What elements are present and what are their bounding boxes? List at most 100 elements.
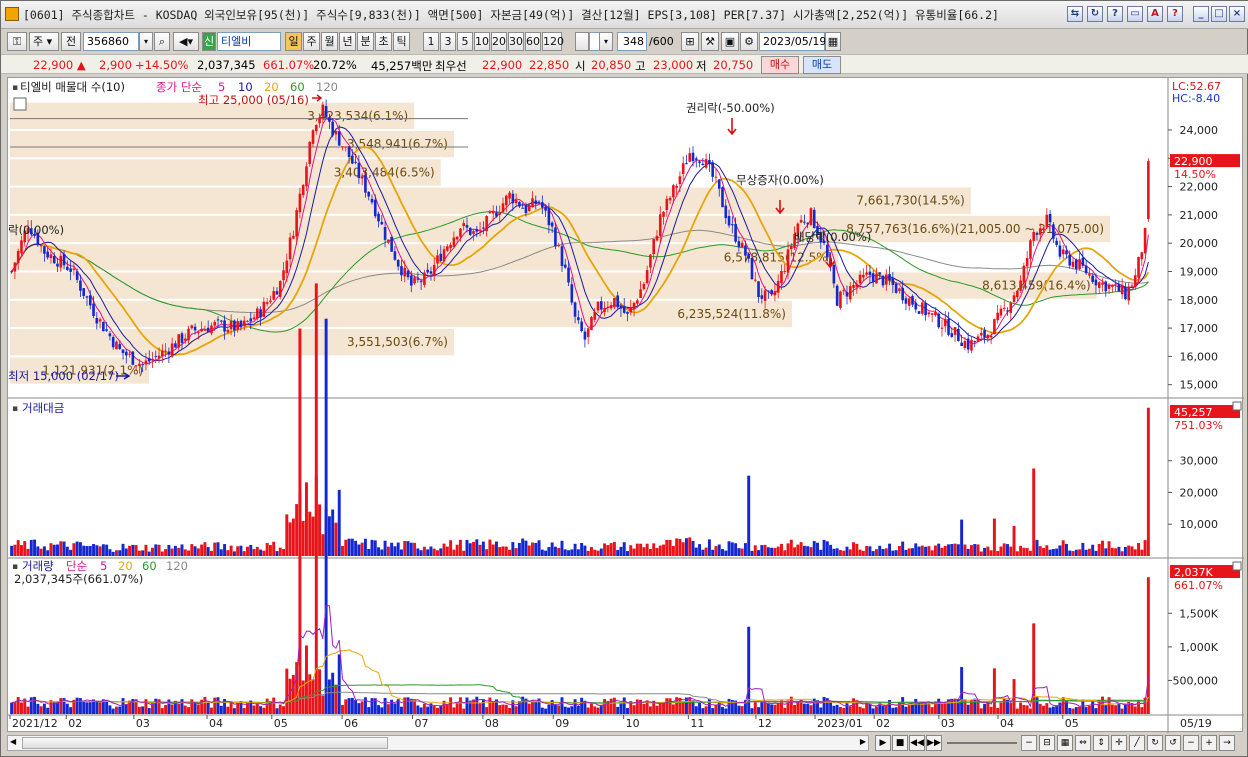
candle-body bbox=[560, 246, 564, 266]
crosshair-icon[interactable]: ✛ bbox=[1111, 735, 1127, 751]
search-icon[interactable]: ⌕ bbox=[154, 32, 170, 51]
fast-back-icon[interactable]: ◀◀ bbox=[909, 735, 925, 751]
arrow-h-icon[interactable]: ⇔ bbox=[1075, 735, 1091, 751]
arrow-v-icon[interactable]: ⇕ bbox=[1093, 735, 1109, 751]
period-button-5[interactable]: 초 bbox=[375, 32, 392, 51]
play-icon[interactable]: ▶ bbox=[875, 735, 891, 751]
scroll-right-icon[interactable]: ▶ bbox=[860, 737, 866, 746]
candle-body bbox=[213, 321, 217, 326]
candle-body bbox=[970, 339, 973, 351]
volume-bar bbox=[1025, 705, 1029, 714]
period-button-6[interactable]: 틱 bbox=[393, 32, 410, 51]
amount-bar bbox=[763, 544, 767, 556]
pin-icon[interactable]: ▭ bbox=[1127, 6, 1143, 22]
chart-scrollbar[interactable]: ◀ ▶ bbox=[7, 735, 869, 751]
x-tick-label: 04 bbox=[1000, 717, 1014, 730]
type-select[interactable]: 주 ▾ bbox=[29, 32, 59, 51]
zoom-in-icon[interactable]: + bbox=[1201, 735, 1217, 751]
help-topic-icon[interactable]: ? bbox=[1107, 6, 1123, 22]
fast-forward-icon[interactable]: ▶▶ bbox=[926, 735, 942, 751]
volume-bar bbox=[239, 701, 243, 714]
save-icon[interactable]: ▣ bbox=[721, 32, 739, 51]
close-button[interactable]: × bbox=[1229, 6, 1245, 22]
interval-button-1[interactable]: 3 bbox=[440, 32, 456, 51]
amount-bar bbox=[151, 547, 154, 556]
zoom-out-icon[interactable]: − bbox=[1183, 735, 1199, 751]
interval-button-7[interactable]: 120 bbox=[542, 32, 564, 51]
zoom-minus-icon[interactable]: − bbox=[1021, 735, 1037, 751]
candle-body bbox=[577, 317, 580, 321]
volume: 2,037,345 bbox=[197, 58, 256, 72]
code-input[interactable]: 356860 bbox=[83, 32, 139, 51]
ma-legend-period: 5 bbox=[218, 80, 225, 94]
reset-icon[interactable]: ↺ bbox=[1165, 735, 1181, 751]
count-input[interactable]: 348 bbox=[617, 32, 647, 51]
interval-button-6[interactable]: 60 bbox=[525, 32, 541, 51]
volume-bar bbox=[399, 706, 403, 714]
refresh-chart-icon[interactable]: ↻ bbox=[1147, 735, 1163, 751]
interval-spin[interactable] bbox=[575, 32, 589, 51]
font-icon[interactable]: A bbox=[1147, 6, 1163, 22]
tool-icon[interactable]: ⚒ bbox=[701, 32, 719, 51]
scroll-left-icon[interactable]: ◀ bbox=[10, 737, 16, 746]
speaker-icon[interactable]: ◀▾ bbox=[173, 32, 199, 51]
refresh-icon[interactable]: ↻ bbox=[1087, 6, 1103, 22]
interval-button-4[interactable]: 20 bbox=[491, 32, 507, 51]
settings-icon[interactable]: ⚙ bbox=[740, 32, 758, 51]
x-tick-label: 02 bbox=[876, 717, 890, 730]
volume-bar bbox=[753, 701, 757, 714]
view-toggle-icon[interactable]: ⊟ bbox=[1039, 735, 1055, 751]
date-input[interactable]: 2023/05/19 bbox=[759, 32, 826, 51]
chart-type-icon[interactable]: ⊞ bbox=[681, 32, 699, 51]
chart-area[interactable]: 3,423,534(6.1%) 3,548,941(6.7%) 3,403,484(… bbox=[7, 77, 1244, 733]
volume-bar bbox=[298, 493, 302, 714]
interval-button-5[interactable]: 30 bbox=[508, 32, 524, 51]
interval-button-2[interactable]: 5 bbox=[457, 32, 473, 51]
price-tick-label: 18,000 bbox=[1180, 294, 1219, 307]
code-dropdown-icon[interactable]: ▾ bbox=[139, 32, 153, 51]
period-button-1[interactable]: 주 bbox=[303, 32, 320, 51]
candle-body bbox=[953, 327, 957, 335]
period-button-3[interactable]: 년 bbox=[339, 32, 356, 51]
volume-bar bbox=[36, 703, 40, 714]
maximize-button[interactable]: □ bbox=[1211, 6, 1227, 22]
pause-icon[interactable]: ■ bbox=[892, 735, 908, 751]
period-button-2[interactable]: 월 bbox=[321, 32, 338, 51]
volume-bar bbox=[783, 707, 787, 714]
amount-bar bbox=[154, 544, 158, 556]
candle-body bbox=[724, 205, 728, 219]
calendar-icon[interactable]: ▦ bbox=[825, 32, 841, 51]
market-button[interactable]: 전 bbox=[61, 32, 81, 51]
scroll-thumb[interactable] bbox=[22, 737, 388, 749]
line-tool-icon[interactable]: ╱ bbox=[1129, 735, 1145, 751]
amount-bar bbox=[416, 548, 420, 556]
amount-bar bbox=[252, 549, 256, 556]
candle-body bbox=[131, 351, 135, 365]
grid-icon[interactable]: ▦ bbox=[1057, 735, 1073, 751]
stock-name-field[interactable]: 티엘비 bbox=[217, 32, 281, 51]
period-button-4[interactable]: 분 bbox=[357, 32, 374, 51]
zoom-track[interactable] bbox=[947, 742, 1017, 744]
candle-body bbox=[868, 271, 872, 275]
amount-bar bbox=[711, 549, 715, 556]
amount-bar bbox=[858, 549, 862, 556]
sell-button[interactable]: 매도 bbox=[803, 56, 841, 74]
interval-button-3[interactable]: 10 bbox=[474, 32, 490, 51]
period-button-0[interactable]: 일 bbox=[285, 32, 302, 51]
ma-legend-label: 종가 단순 bbox=[156, 80, 202, 94]
help-icon[interactable]: ? bbox=[1167, 6, 1183, 22]
link-icon[interactable]: ⇆ bbox=[1067, 6, 1083, 22]
volume-bar bbox=[966, 704, 970, 714]
interval-dropdown-icon[interactable]: ▾ bbox=[599, 32, 613, 51]
lock-icon[interactable]: ⚿ bbox=[7, 32, 27, 51]
pan-right-icon[interactable]: → bbox=[1219, 735, 1235, 751]
amount-bar bbox=[688, 537, 692, 556]
buy-button[interactable]: 매수 bbox=[761, 56, 799, 74]
chart-svg[interactable]: 3,423,534(6.1%)3,548,941(6.7%)3,403,484(… bbox=[8, 78, 1244, 733]
amount-bar bbox=[616, 550, 620, 556]
minimize-button[interactable]: _ bbox=[1193, 6, 1209, 22]
amount-bar bbox=[458, 539, 462, 556]
interval-button-0[interactable]: 1 bbox=[423, 32, 439, 51]
candle-body bbox=[750, 258, 754, 280]
volume-tag-text: 2,037K bbox=[1174, 566, 1213, 579]
